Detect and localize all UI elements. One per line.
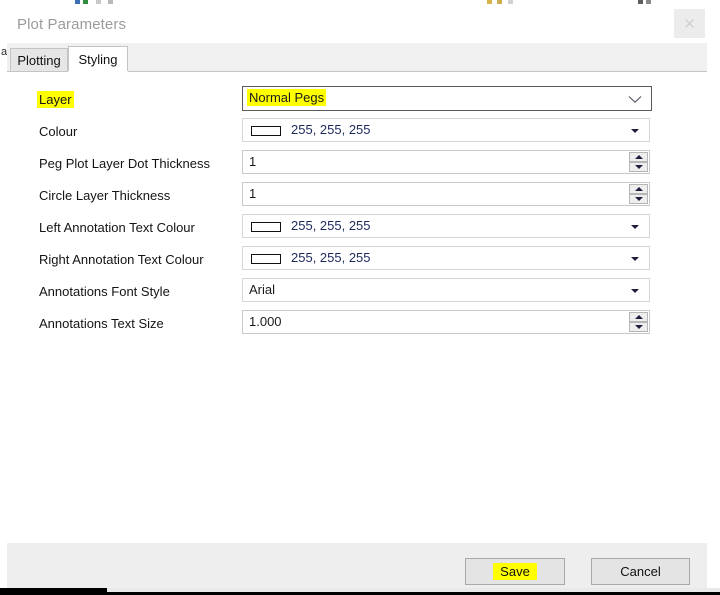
right-annotation-colour-dropdown[interactable]: 255, 255, 255 (242, 246, 650, 270)
circle-layer-thickness-value: 1 (249, 186, 256, 201)
annotations-text-size-stepper (629, 312, 648, 332)
triangle-up-icon (635, 315, 643, 319)
tab-plotting[interactable]: Plotting (10, 48, 68, 72)
plot-parameters-dialog: Plot Parameters Plotting Styling Layer N… (7, 5, 707, 588)
label-right-annotation-text-colour: Right Annotation Text Colour (39, 252, 204, 267)
bg-toolbar-icon-3 (96, 0, 101, 4)
spinner-down-button[interactable] (629, 162, 648, 172)
peg-dot-thickness-stepper (629, 152, 648, 172)
colour-swatch (251, 222, 281, 232)
peg-dot-thickness-value: 1 (249, 154, 256, 169)
label-colour: Colour (39, 124, 77, 139)
annotations-text-size-value: 1.000 (249, 314, 282, 329)
label-layer: Layer (39, 92, 74, 107)
spinner-up-button[interactable] (629, 184, 648, 194)
right-annotation-colour-value: 255, 255, 255 (291, 250, 371, 265)
active-tab-joiner (68, 71, 128, 72)
bg-toolbar-icon-6 (497, 0, 502, 4)
label-annotations-text-size: Annotations Text Size (39, 316, 164, 331)
close-button[interactable] (674, 9, 705, 38)
label-circle-layer-thickness: Circle Layer Thickness (39, 188, 170, 203)
spinner-down-button[interactable] (629, 322, 648, 332)
form-row-left-annotation-colour: Left Annotation Text Colour 255, 255, 25… (7, 214, 707, 242)
colour-dropdown[interactable]: 255, 255, 255 (242, 118, 650, 142)
dropdown-arrow-icon (631, 289, 639, 293)
background-window-bottom-bar (107, 588, 720, 592)
styling-panel: Layer Normal Pegs Colour 255, 255, 255 (7, 71, 707, 543)
bg-toolbar-icon-9 (646, 0, 651, 4)
triangle-up-icon (635, 187, 643, 191)
bg-toolbar-icon-8 (638, 0, 643, 4)
form-row-annotations-text-size: Annotations Text Size 1.000 (7, 310, 707, 338)
dialog-titlebar: Plot Parameters (7, 5, 707, 43)
peg-dot-thickness-spinbox[interactable]: 1 (242, 150, 650, 174)
save-button-label: Save (493, 563, 537, 580)
dropdown-arrow-icon (631, 129, 639, 133)
cancel-button[interactable]: Cancel (591, 558, 690, 585)
bg-toolbar-icon-7 (508, 0, 513, 4)
background-window-right-sliver (706, 5, 720, 588)
close-icon (683, 17, 696, 30)
triangle-down-icon (635, 197, 643, 201)
triangle-up-icon (635, 155, 643, 159)
tab-styling-label: Styling (78, 52, 117, 67)
colour-swatch (251, 254, 281, 264)
layer-combobox[interactable]: Normal Pegs (242, 86, 652, 111)
label-peg-plot-layer-dot-thickness: Peg Plot Layer Dot Thickness (39, 156, 210, 171)
label-annotations-font-style: Annotations Font Style (39, 284, 170, 299)
circle-layer-thickness-spinbox[interactable]: 1 (242, 182, 650, 206)
colour-swatch (251, 126, 281, 136)
tab-styling[interactable]: Styling (68, 46, 128, 72)
triangle-down-icon (635, 165, 643, 169)
bg-toolbar-icon-2 (83, 0, 88, 4)
label-left-annotation-text-colour: Left Annotation Text Colour (39, 220, 195, 235)
form-row-colour: Colour 255, 255, 255 (7, 118, 707, 146)
left-annotation-colour-dropdown[interactable]: 255, 255, 255 (242, 214, 650, 238)
left-annotation-colour-value: 255, 255, 255 (291, 218, 371, 233)
tab-bar: Plotting Styling (7, 43, 707, 72)
form-row-circle-layer-thickness: Circle Layer Thickness 1 (7, 182, 707, 210)
annotations-font-style-value: Arial (249, 282, 275, 297)
triangle-down-icon (635, 325, 643, 329)
colour-value: 255, 255, 255 (291, 122, 371, 137)
spinner-down-button[interactable] (629, 194, 648, 204)
bg-toolbar-icon-4 (108, 0, 113, 4)
form-row-annotations-font-style: Annotations Font Style Arial (7, 278, 707, 306)
dialog-footer: Save Cancel (7, 543, 707, 588)
form-row-peg-dot-thickness: Peg Plot Layer Dot Thickness 1 (7, 150, 707, 178)
page-title: Plot Parameters (17, 16, 126, 33)
dropdown-arrow-icon (631, 225, 639, 229)
dropdown-arrow-icon (631, 257, 639, 261)
cancel-button-label: Cancel (620, 564, 660, 579)
annotations-text-size-spinbox[interactable]: 1.000 (242, 310, 650, 334)
tab-plotting-label: Plotting (17, 53, 60, 68)
form-row-layer: Layer Normal Pegs (7, 86, 707, 114)
layer-value: Normal Pegs (249, 90, 326, 105)
circle-layer-thickness-stepper (629, 184, 648, 204)
annotations-font-style-dropdown[interactable]: Arial (242, 278, 650, 302)
spinner-up-button[interactable] (629, 312, 648, 322)
spinner-up-button[interactable] (629, 152, 648, 162)
save-button[interactable]: Save (465, 558, 565, 585)
bg-toolbar-icon-1 (75, 0, 80, 4)
chevron-down-icon (628, 95, 642, 104)
form-row-right-annotation-colour: Right Annotation Text Colour 255, 255, 2… (7, 246, 707, 274)
bg-toolbar-icon-5 (487, 0, 492, 4)
